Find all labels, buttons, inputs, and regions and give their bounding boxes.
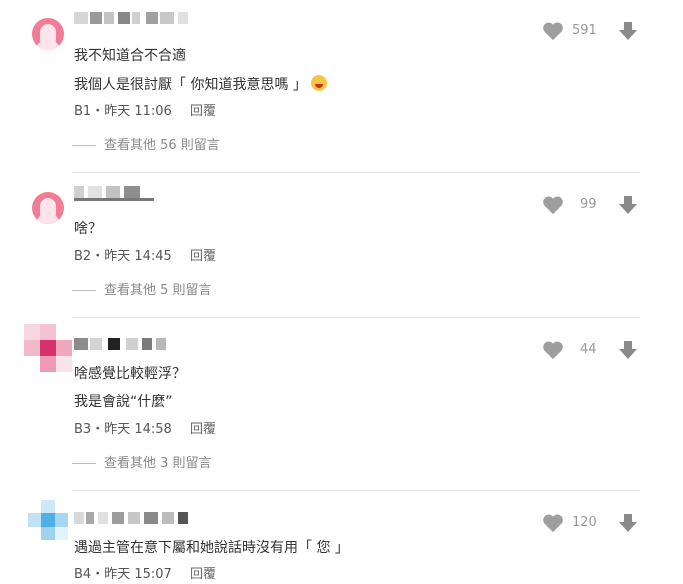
- divider-dash: [72, 145, 96, 146]
- divider-dash: [72, 463, 96, 464]
- view-more-label: 查看其他 5 則留言: [104, 283, 212, 298]
- timestamp: 昨天 11:06: [104, 104, 172, 119]
- down-arrow-icon[interactable]: [618, 340, 638, 360]
- comment-meta: B3・昨天 14:58 回覆: [74, 422, 216, 437]
- divider: [72, 317, 640, 318]
- avatar[interactable]: [28, 500, 68, 540]
- floor-label: B3: [74, 422, 92, 437]
- heart-icon[interactable]: [542, 513, 564, 533]
- comment-meta: B4・昨天 15:07 回覆: [74, 567, 216, 582]
- comment-text-line: 我個人是很討厭「 你知道我意思嗎 」: [74, 75, 327, 94]
- comment-text-line: 啥？: [74, 221, 102, 237]
- down-arrow-icon[interactable]: [618, 21, 638, 41]
- username-blurred[interactable]: [74, 186, 164, 201]
- avatar[interactable]: [32, 192, 64, 224]
- view-more-replies-link[interactable]: 查看其他 5 則留言: [72, 283, 212, 299]
- username-blurred[interactable]: [74, 12, 194, 26]
- timestamp: 昨天 14:58: [104, 422, 172, 437]
- like-count: 591: [572, 23, 597, 38]
- floor-label: B4: [74, 567, 92, 582]
- reply-button[interactable]: 回覆: [190, 249, 216, 264]
- heart-icon[interactable]: [542, 195, 564, 215]
- like-count: 44: [580, 342, 597, 357]
- comment-text-line: 遇過主管在意下屬和她說話時沒有用「 您 」: [74, 540, 349, 556]
- heart-icon[interactable]: [542, 340, 564, 360]
- down-arrow-icon[interactable]: [618, 513, 638, 533]
- pixelated-avatar-icon: [28, 500, 68, 540]
- divider: [72, 172, 640, 173]
- comment-text-line: 我不知道合不合適: [74, 48, 186, 64]
- floor-label: B2: [74, 249, 92, 264]
- heart-icon[interactable]: [542, 21, 564, 41]
- down-arrow-icon[interactable]: [618, 195, 638, 215]
- reply-button[interactable]: 回覆: [190, 104, 216, 119]
- divider-dash: [72, 290, 96, 291]
- divider: [72, 490, 640, 491]
- view-more-label: 查看其他 3 則留言: [104, 456, 212, 471]
- username-blurred[interactable]: [74, 512, 194, 526]
- comment-text: 我個人是很討厭「 你知道我意思嗎 」: [74, 77, 307, 93]
- view-more-label: 查看其他 56 則留言: [104, 138, 220, 153]
- pixelated-avatar-icon: [24, 324, 72, 372]
- comment-text-line: 啥感覺比較輕浮？: [74, 366, 186, 382]
- comment-text-line: 我是會說“什麼”: [74, 394, 173, 410]
- reply-button[interactable]: 回覆: [190, 567, 216, 582]
- like-count: 120: [572, 515, 597, 530]
- like-count: 99: [580, 197, 597, 212]
- timestamp: 昨天 14:45: [104, 249, 172, 264]
- comment-meta: B2・昨天 14:45 回覆: [74, 249, 216, 264]
- comment-meta: B1・昨天 11:06 回覆: [74, 104, 216, 119]
- username-blurred[interactable]: [74, 338, 174, 352]
- view-more-replies-link[interactable]: 查看其他 3 則留言: [72, 456, 212, 472]
- floor-label: B1: [74, 104, 92, 119]
- view-more-replies-link[interactable]: 查看其他 56 則留言: [72, 138, 220, 154]
- timestamp: 昨天 15:07: [104, 567, 172, 582]
- reply-button[interactable]: 回覆: [190, 422, 216, 437]
- avatar[interactable]: [24, 324, 72, 372]
- avatar[interactable]: [32, 18, 64, 50]
- grinning-emoji-icon: [310, 75, 327, 91]
